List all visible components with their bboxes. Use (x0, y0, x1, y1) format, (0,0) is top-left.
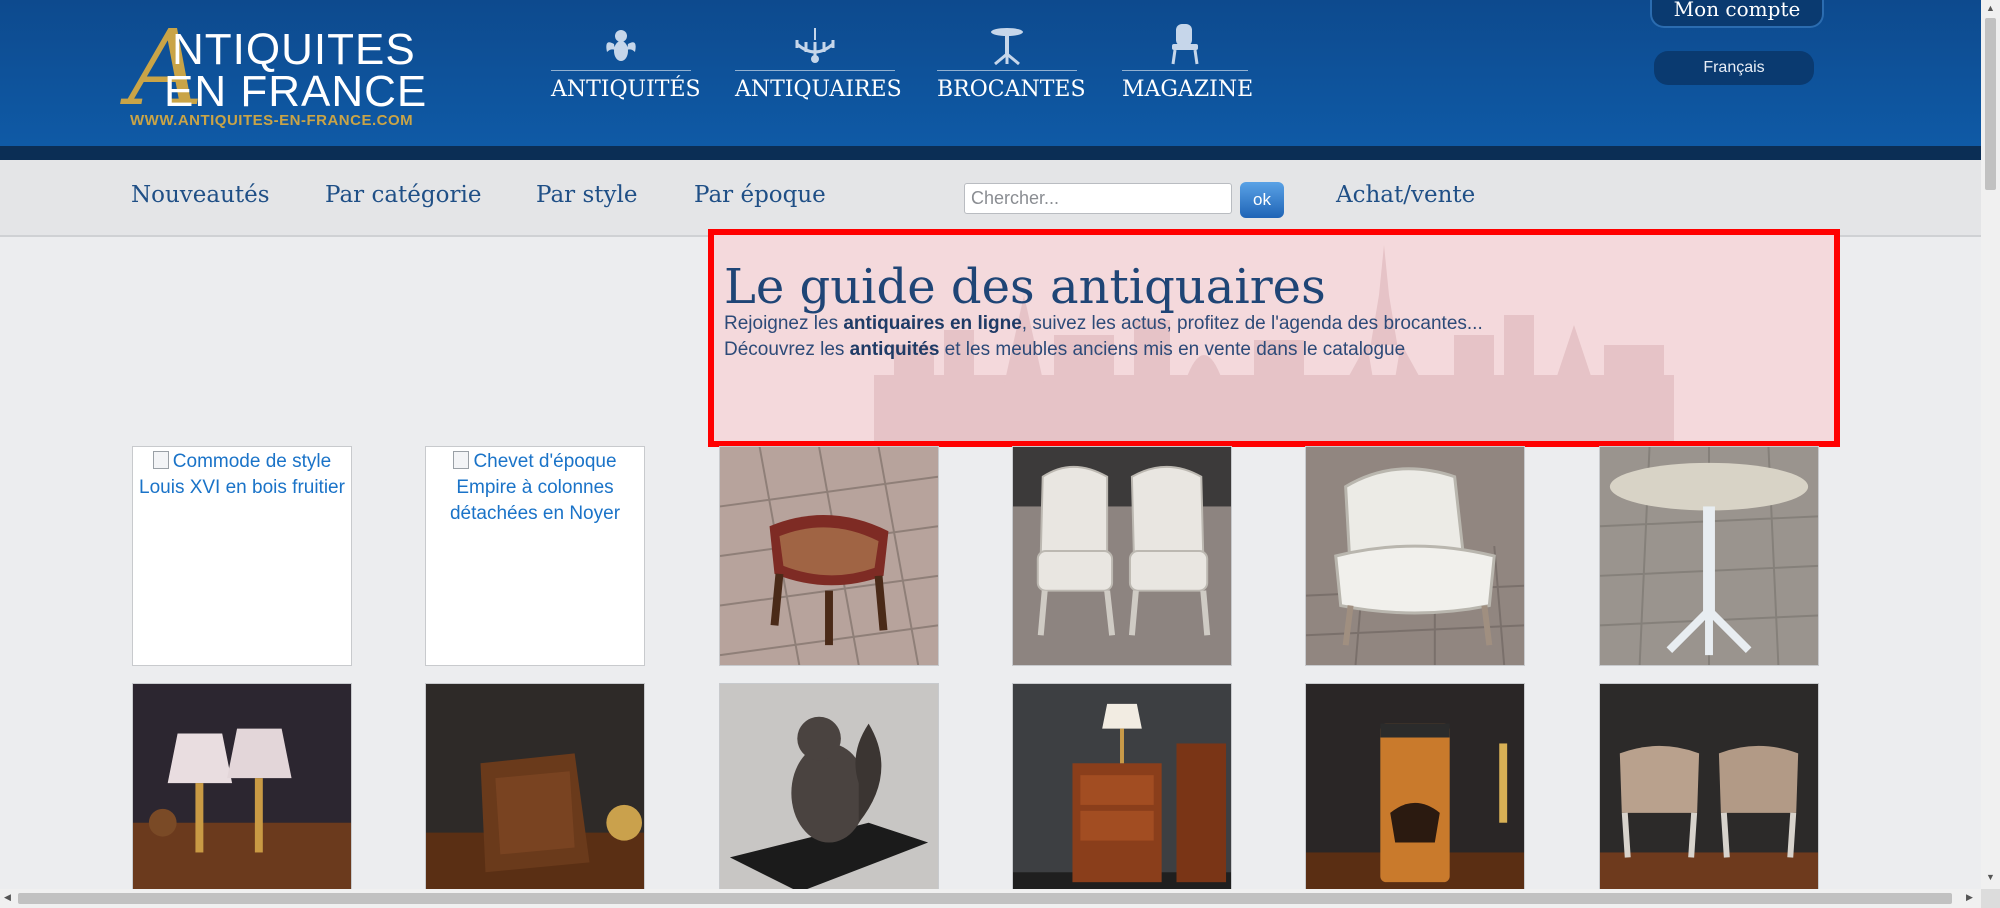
scroll-down-icon[interactable]: ▼ (1986, 872, 1995, 882)
vertical-scroll-thumb[interactable] (1985, 18, 1996, 190)
scroll-right-icon[interactable]: ▶ (1966, 892, 1973, 903)
product-tile[interactable] (1305, 446, 1525, 666)
alt-text: Commode de style Louis XVI en bois fruit… (139, 451, 345, 498)
search-input[interactable] (964, 183, 1232, 214)
broken-image-icon (453, 451, 470, 469)
logo-line1: NTIQUITES (172, 25, 416, 74)
product-tile[interactable]: Commode de style Louis XVI en bois fruit… (132, 446, 352, 666)
nav-label: MAGAZINE (1122, 77, 1254, 102)
product-tile[interactable] (1599, 683, 1819, 903)
product-tile[interactable] (1012, 446, 1232, 666)
bronze-squirrel-photo (720, 684, 938, 902)
horizontal-scrollbar[interactable]: ◀ ▶ (0, 889, 1981, 908)
account-button[interactable]: Mon compte (1650, 0, 1824, 28)
header-band (0, 146, 1981, 160)
nav-antiquaires[interactable]: ANTIQUAIRES (735, 24, 902, 114)
wooden-box-photo (426, 684, 644, 902)
guide-line-2: Découvrez les antiquités et les meubles … (724, 339, 1405, 361)
pedestal-table-icon (937, 24, 1077, 66)
subnav-nouveautes[interactable]: Nouveautés (131, 182, 270, 208)
alt-text: Chevet d'époque Empire à colonnes détach… (449, 451, 621, 524)
nav-rule (551, 70, 691, 71)
broken-image-alt: Chevet d'époque Empire à colonnes détach… (426, 447, 644, 529)
nav-brocantes[interactable]: BROCANTES (937, 24, 1086, 114)
search-button[interactable]: ok (1240, 182, 1284, 218)
scroll-up-icon[interactable]: ▲ (1986, 3, 1995, 13)
stool-photo (720, 447, 938, 665)
vase-photo (1306, 684, 1524, 902)
cherub-icon (551, 24, 691, 66)
product-tile[interactable] (1012, 683, 1232, 903)
site-header: A NTIQUITES EN FRANCE WWW.ANTIQUITES-EN-… (0, 0, 1981, 146)
product-tile[interactable] (719, 446, 939, 666)
nav-antiquites[interactable]: ANTIQUITÉS (551, 24, 701, 114)
subnav-par-epoque[interactable]: Par époque (694, 182, 826, 208)
nav-rule (1122, 70, 1248, 71)
product-tile[interactable] (132, 683, 352, 903)
scrollbar-corner (1981, 889, 2000, 908)
horizontal-scroll-thumb[interactable] (18, 893, 1952, 904)
guide-text: , suivez les actus, profitez de l'agenda… (1021, 313, 1483, 334)
subnav-par-style[interactable]: Par style (536, 182, 637, 208)
site-logo[interactable]: A NTIQUITES EN FRANCE WWW.ANTIQUITES-EN-… (128, 16, 438, 132)
lamps-photo (133, 684, 351, 902)
armchairs-photo (1013, 447, 1231, 665)
chandelier-icon (735, 24, 895, 66)
product-tile[interactable] (425, 683, 645, 903)
subnav-achat-vente[interactable]: Achat/vente (1336, 182, 1475, 208)
broken-image-icon (152, 451, 169, 469)
scroll-left-icon[interactable]: ◀ (4, 892, 11, 903)
product-tile[interactable] (1599, 446, 1819, 666)
chair-icon (1122, 24, 1248, 66)
link-antiquaires-en-ligne[interactable]: antiquaires en ligne (843, 313, 1021, 334)
logo-url: WWW.ANTIQUITES-EN-FRANCE.COM (130, 112, 414, 129)
guide-text: et les meubles anciens mis en vente dans… (939, 339, 1406, 360)
guide-text: Découvrez les (724, 339, 850, 360)
nav-label: ANTIQUITÉS (551, 77, 701, 102)
nav-label: BROCANTES (937, 77, 1086, 102)
broken-image-alt: Commode de style Louis XVI en bois fruit… (133, 447, 351, 503)
nightstand-photo (1013, 684, 1231, 902)
sub-nav: Nouveautés Par catégorie Par style Par é… (0, 160, 1981, 237)
product-tile[interactable] (719, 683, 939, 903)
guide-text: Rejoignez les (724, 313, 844, 334)
stools-photo (1600, 684, 1818, 902)
guide-line-1: Rejoignez les antiquaires en ligne, suiv… (724, 313, 1483, 335)
vertical-scrollbar[interactable]: ▲ ▼ (1981, 0, 2000, 889)
product-tile[interactable] (1305, 683, 1525, 903)
guide-banner: Le guide des antiquaires Rejoignez les a… (708, 229, 1840, 447)
armchair-photo (1306, 447, 1524, 665)
guide-title: Le guide des antiquaires (724, 259, 1326, 315)
product-tile[interactable]: Chevet d'époque Empire à colonnes détach… (425, 446, 645, 666)
subnav-par-categorie[interactable]: Par catégorie (325, 182, 481, 208)
nav-label: ANTIQUAIRES (735, 77, 902, 102)
nav-magazine[interactable]: MAGAZINE (1122, 24, 1254, 114)
nav-rule (735, 70, 895, 71)
language-selector[interactable]: Français (1654, 51, 1814, 85)
nav-rule (937, 70, 1077, 71)
marble-table-photo (1600, 447, 1818, 665)
link-antiquites[interactable]: antiquités (850, 339, 940, 360)
logo-line2: EN FRANCE (164, 67, 428, 116)
